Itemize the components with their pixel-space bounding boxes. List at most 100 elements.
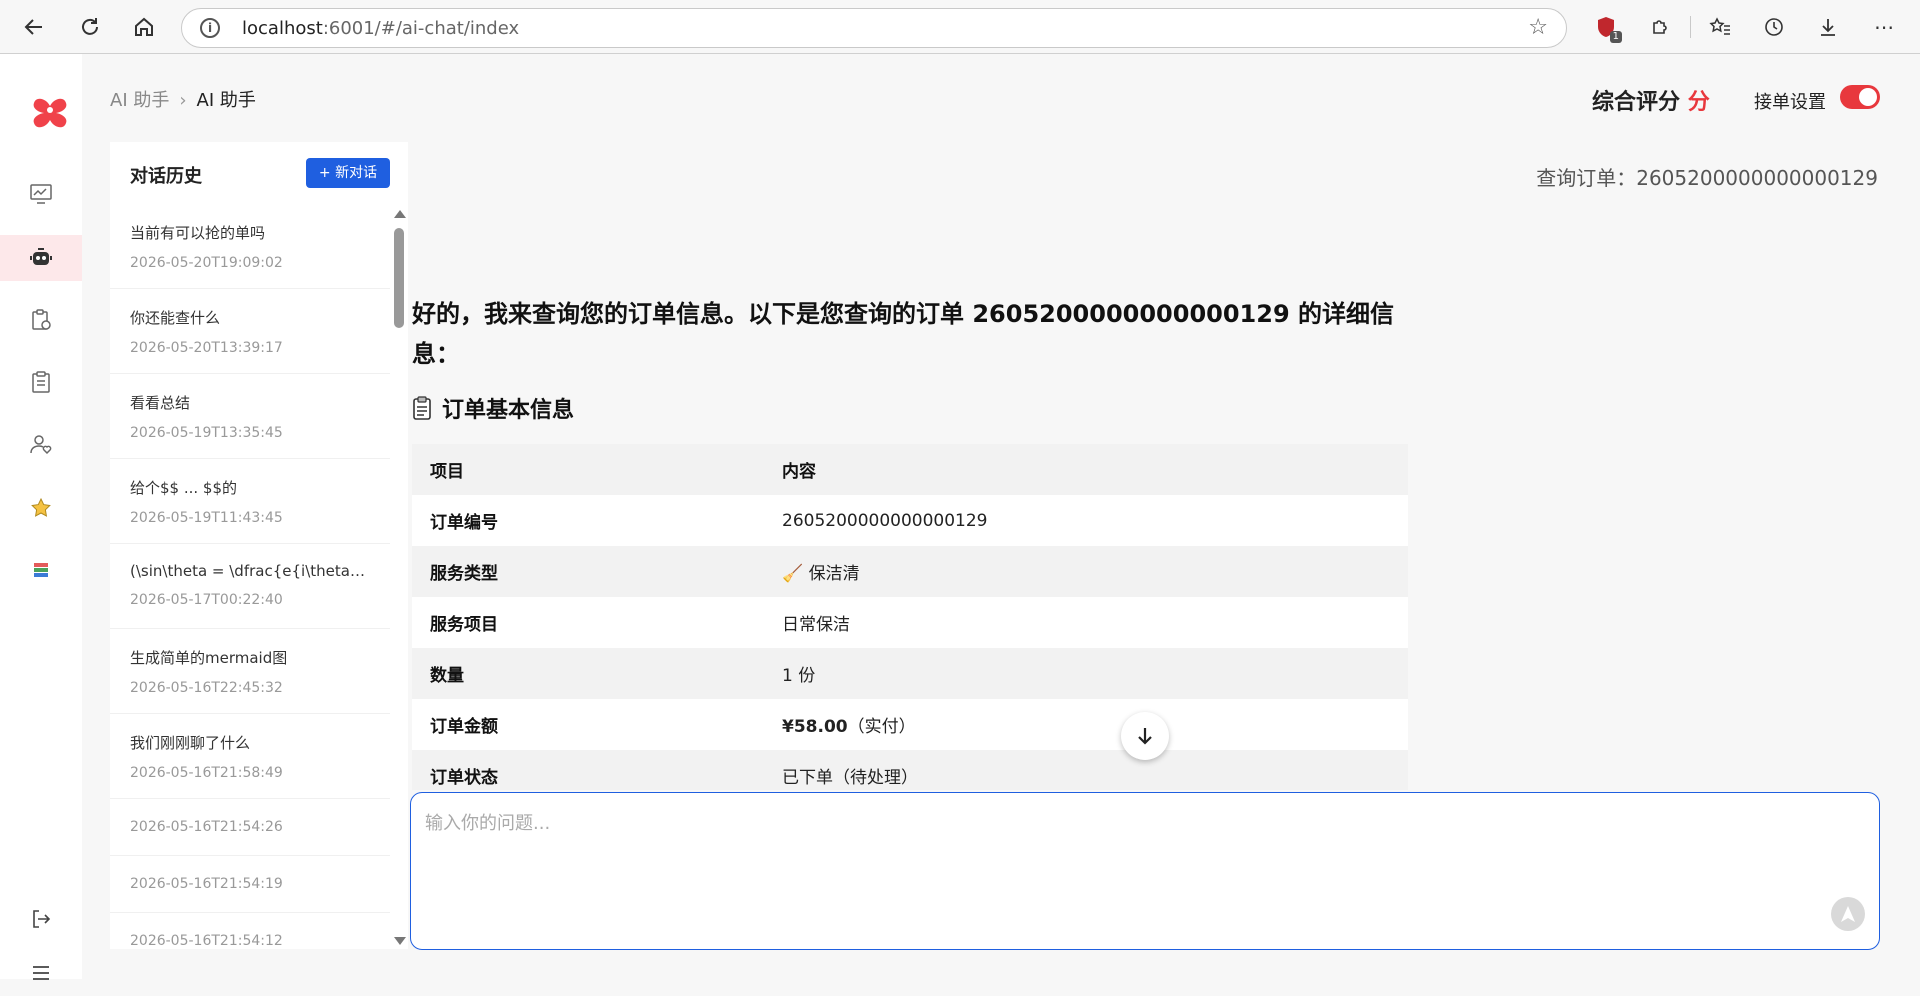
nav-ai-assistant[interactable] <box>0 235 82 281</box>
history-item[interactable]: 给个$$ ... $$的 2026-05-19T11:43:45 <box>110 459 390 544</box>
more-menu-icon[interactable]: ⋯ <box>1868 11 1900 43</box>
nav-orders-add[interactable] <box>0 297 82 343</box>
history-item[interactable]: 当前有可以抢的单吗 2026-05-20T19:09:02 <box>110 204 390 289</box>
history-item-title: 我们刚刚聊了什么 <box>130 734 251 752</box>
breadcrumb-parent[interactable]: AI 助手 <box>110 90 169 111</box>
star-icon <box>31 497 51 517</box>
table-key-cell: 服务类型 <box>412 546 764 597</box>
history-item-title: 你还能查什么 <box>130 309 221 327</box>
section-title: 订单基本信息 <box>412 392 1412 424</box>
table-row: 服务项目 日常保洁 <box>412 597 1408 648</box>
table-key-cell: 数量 <box>412 648 764 699</box>
nav-orders[interactable] <box>0 359 82 405</box>
scroll-up-arrow-icon[interactable] <box>394 210 406 218</box>
toolbar-divider <box>1690 16 1691 38</box>
accept-order-label: 接单设置 <box>1754 92 1826 113</box>
extension-badge: 1 <box>1609 31 1622 43</box>
order-info-table: 项目 内容 订单编号 2605200000000000129 服务类型 🧹 保洁清 服务… <box>412 444 1408 790</box>
score-label: 综合评分 <box>1592 90 1681 115</box>
table-key-cell: 订单金额 <box>412 699 764 750</box>
table-row: 订单编号 2605200000000000129 <box>412 495 1408 546</box>
history-item-date: 2026-05-16T21:54:26 <box>130 819 283 835</box>
history-item[interactable]: (\sin\theta = \dfrac{e{i\theta}... 2026-0… <box>110 544 390 629</box>
table-key-cell: 服务项目 <box>412 597 764 648</box>
history-item-date: 2026-05-19T11:43:45 <box>130 510 283 526</box>
scroll-thumb[interactable] <box>394 228 404 328</box>
table-row: 服务类型 🧹 保洁清 <box>412 546 1408 597</box>
robot-icon <box>30 248 52 265</box>
history-item[interactable]: 2026-05-16T21:54:12 <box>110 913 390 949</box>
history-icon[interactable] <box>1758 11 1790 43</box>
puzzle-extension-icon[interactable] <box>1644 11 1676 43</box>
history-item[interactable]: 2026-05-16T21:54:26 <box>110 799 390 856</box>
table-value-cell: 2605200000000000129 <box>764 495 1408 546</box>
table-row: 数量 1 份 <box>412 648 1408 699</box>
table-header-cell: 内容 <box>764 444 1408 495</box>
nav-books[interactable] <box>0 547 82 593</box>
user-query-message: 查询订单：2605200000000000129 <box>1536 166 1878 190</box>
history-item-title: 看看总结 <box>130 394 191 412</box>
amount-note: （实付） <box>847 717 916 737</box>
shield-extension-icon[interactable]: 1 <box>1590 11 1622 43</box>
clipboard-clock-icon <box>32 309 51 330</box>
app-logo <box>33 98 67 128</box>
history-header: 对话历史 + 新对话 <box>110 142 408 204</box>
logout-button[interactable] <box>0 896 82 942</box>
table-value-cell: 日常保洁 <box>764 597 1408 648</box>
user-heart-icon <box>30 435 52 455</box>
clipboard-icon <box>413 396 431 420</box>
table-row: 订单金额 ¥58.00（实付） <box>412 699 1408 750</box>
history-item-title: 给个$$ ... $$的 <box>130 479 238 497</box>
history-item-date: 2026-05-19T13:35:45 <box>130 425 283 441</box>
home-icon[interactable] <box>128 11 160 43</box>
history-item-date: 2026-05-16T22:45:32 <box>130 680 283 696</box>
breadcrumb-chevron-icon: › <box>179 90 187 111</box>
history-title: 对话历史 <box>130 166 202 187</box>
history-item[interactable]: 看看总结 2026-05-19T13:35:45 <box>110 374 390 459</box>
url-text: localhost:6001/#/ai-chat/index <box>242 18 520 39</box>
table-value-cell: 已下单（待处理） <box>764 750 1408 790</box>
menu-toggle-button[interactable] <box>0 950 82 996</box>
reload-icon[interactable] <box>74 11 106 43</box>
nav-ratings[interactable] <box>0 485 82 531</box>
favorites-icon[interactable] <box>1704 11 1736 43</box>
table-header-row: 项目 内容 <box>412 444 1408 495</box>
logout-icon <box>33 910 51 928</box>
chat-input-box <box>410 792 1880 950</box>
history-item-date: 2026-05-17T00:22:40 <box>130 592 283 608</box>
history-item-date: 2026-05-20T19:09:02 <box>130 255 283 271</box>
history-item[interactable]: 2026-05-16T21:54:19 <box>110 856 390 913</box>
assistant-answer: 好的，我来查询您的订单信息。以下是您查询的订单 2605200000000000… <box>412 294 1412 424</box>
history-item-date: 2026-05-16T21:54:12 <box>130 933 283 949</box>
nav-dashboard[interactable] <box>0 171 82 217</box>
history-scrollbar[interactable] <box>392 210 406 945</box>
scroll-down-arrow-icon[interactable] <box>394 937 406 945</box>
new-chat-button[interactable]: + 新对话 <box>306 158 390 188</box>
history-item-title: 当前有可以抢的单吗 <box>130 224 266 242</box>
send-button[interactable] <box>1831 897 1865 931</box>
send-arrow-icon <box>1841 906 1855 922</box>
table-row: 订单状态 已下单（待处理） <box>412 750 1408 790</box>
history-item-title: 生成简单的mermaid图 <box>130 649 288 667</box>
download-icon[interactable] <box>1812 11 1844 43</box>
nav-profile[interactable] <box>0 421 82 467</box>
history-item[interactable]: 生成简单的mermaid图 2026-05-16T22:45:32 <box>110 629 390 714</box>
table-key-cell: 订单编号 <box>412 495 764 546</box>
history-item[interactable]: 你还能查什么 2026-05-20T13:39:17 <box>110 289 390 374</box>
clipboard-list-icon <box>32 371 50 393</box>
site-info-icon[interactable]: i <box>200 18 220 38</box>
history-item-date: 2026-05-20T13:39:17 <box>130 340 283 356</box>
accept-order-toggle[interactable] <box>1840 85 1880 109</box>
chat-input[interactable] <box>425 809 1825 909</box>
back-icon[interactable] <box>18 11 50 43</box>
favorite-star-icon[interactable]: ☆ <box>1528 15 1548 40</box>
history-item-date: 2026-05-16T21:54:19 <box>130 876 283 892</box>
history-item[interactable]: 我们刚刚聊了什么 2026-05-16T21:58:49 <box>110 714 390 799</box>
answer-heading: 好的，我来查询您的订单信息。以下是您查询的订单 2605200000000000… <box>412 300 1394 368</box>
scroll-to-bottom-button[interactable] <box>1121 712 1169 760</box>
table-value-cell: 🧹 保洁清 <box>764 546 1408 597</box>
history-list[interactable]: 当前有可以抢的单吗 2026-05-20T19:09:02 你还能查什么 2026-0… <box>110 204 390 949</box>
breadcrumb: AI 助手 › AI 助手 <box>110 86 256 112</box>
address-bar[interactable]: i localhost:6001/#/ai-chat/index ☆ <box>181 8 1567 48</box>
stacked-books-icon <box>34 563 48 577</box>
